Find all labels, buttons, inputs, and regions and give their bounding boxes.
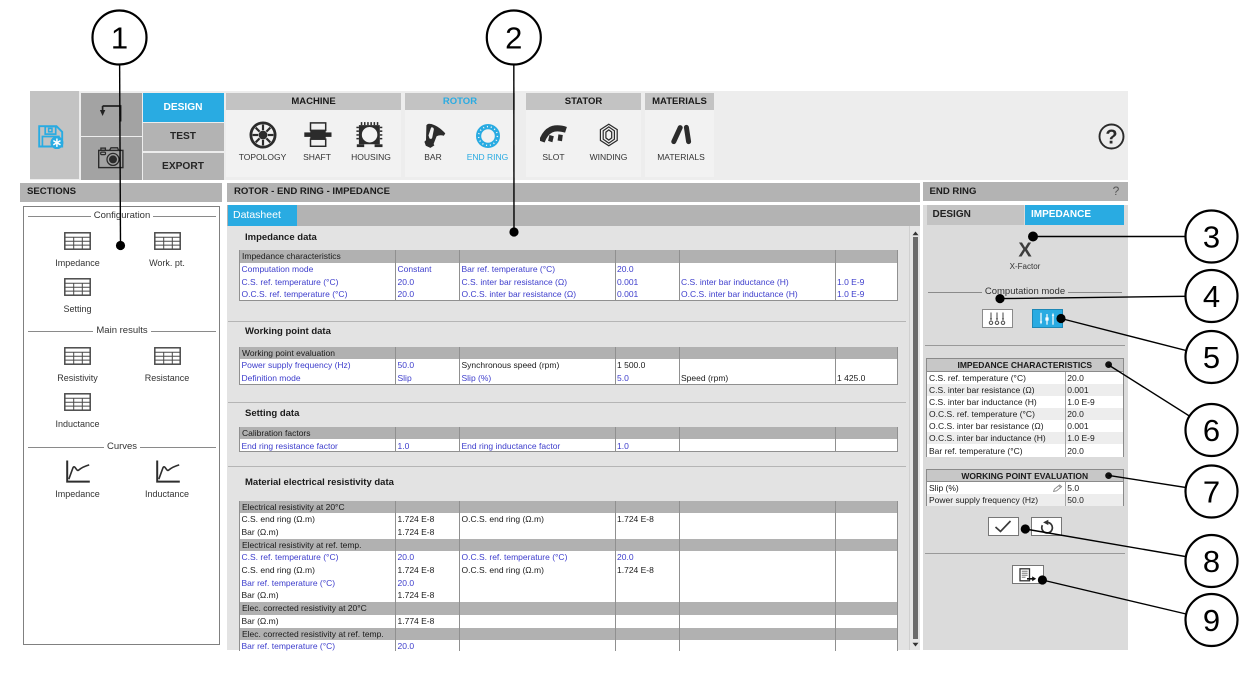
svg-text:9: 9: [1203, 603, 1220, 638]
svg-text:8: 8: [1203, 544, 1220, 579]
svg-text:4: 4: [1203, 279, 1220, 314]
svg-text:5: 5: [1203, 340, 1220, 375]
svg-text:3: 3: [1203, 220, 1220, 255]
svg-text:7: 7: [1203, 475, 1220, 510]
svg-text:6: 6: [1203, 413, 1220, 448]
svg-text:X: X: [1018, 240, 1032, 258]
svg-text:?: ?: [1105, 126, 1117, 148]
svg-text:1: 1: [111, 21, 128, 56]
svg-text:2: 2: [505, 21, 522, 56]
